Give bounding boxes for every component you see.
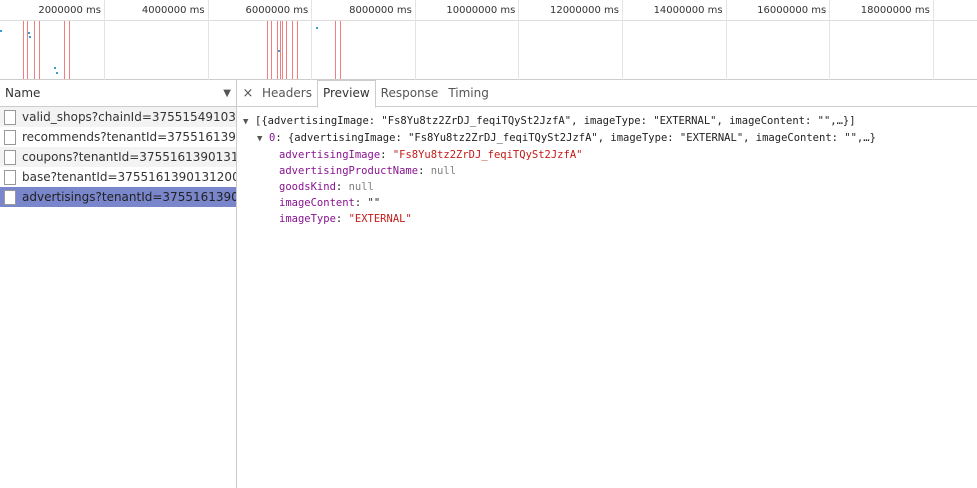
file-icon	[4, 109, 16, 125]
property-key: imageType	[279, 213, 336, 225]
file-icon	[4, 149, 16, 165]
grid-line	[104, 0, 105, 80]
json-preview: ▼ [{advertisingImage: "Fs8Yu8tz2ZrDJ_feqi…	[237, 107, 977, 227]
name-header-label: Name	[5, 86, 41, 100]
tick-label: 2000000 ms	[38, 5, 101, 16]
tick-label: 12000000 ms	[549, 5, 619, 16]
grid-line	[207, 0, 209, 80]
name-column-header[interactable]: Name ▼	[0, 80, 236, 107]
tab-response[interactable]: Response	[376, 80, 444, 107]
property-value: "Fs8Yu8tz2ZrDJ_feqiTQySt2JzfA"	[392, 149, 583, 161]
request-name: recommends?tenantId=37551613901...	[22, 130, 236, 144]
property-value: null	[430, 165, 457, 177]
request-bar	[335, 21, 341, 79]
file-icon	[4, 189, 16, 205]
tick-label: 10000000 ms	[446, 5, 516, 16]
timeline-ruler: 2000000 ms 4000000 ms 6000000 ms 8000000 ms…	[0, 0, 977, 21]
grid-line	[622, 0, 623, 80]
request-name: advertisings?tenantId=375516139013...	[22, 190, 236, 204]
tick-label: 4000000 ms	[141, 5, 205, 16]
tick-label: 18000000 ms	[860, 5, 930, 16]
request-dot	[0, 30, 2, 32]
request-bar	[64, 21, 70, 79]
request-name: base?tenantId=3755161390131200	[22, 170, 236, 184]
property-line: imageType: "EXTERNAL"	[279, 213, 412, 225]
request-list-panel: Name ▼ valid_shops?chainId=3755154910357…	[0, 80, 237, 488]
property-key: imageContent	[279, 197, 355, 209]
request-dot	[278, 50, 280, 52]
property-key: advertisingProductName	[279, 165, 419, 177]
network-overview[interactable]: 2000000 ms 4000000 ms 6000000 ms 8000000 ms…	[0, 0, 977, 80]
request-row[interactable]: valid_shops?chainId=3755154910357...	[0, 107, 236, 127]
tick-label: 14000000 ms	[653, 5, 723, 16]
close-icon[interactable]: ×	[239, 86, 257, 101]
item-node[interactable]: ▼ 0: {advertisingImage: "Fs8Yu8tz2ZrDJ_fe…	[243, 130, 977, 147]
tick-label: 16000000 ms	[757, 5, 827, 16]
property-value: ""	[367, 197, 381, 209]
grid-line	[725, 0, 727, 80]
expand-triangle-icon[interactable]: ▼	[243, 114, 255, 130]
grid-line	[518, 0, 520, 80]
sort-caret-icon[interactable]: ▼	[223, 88, 231, 99]
request-dot	[316, 27, 318, 29]
tab-headers[interactable]: Headers	[257, 80, 317, 107]
request-dot	[54, 67, 56, 69]
property-line: goodsKind: null	[279, 181, 374, 193]
grid-line	[311, 0, 313, 80]
request-row[interactable]: coupons?tenantId=3755161390131200	[0, 147, 236, 167]
tab-preview[interactable]: Preview	[316, 79, 376, 108]
property-value: "EXTERNAL"	[348, 213, 412, 225]
property-key: goodsKind	[279, 181, 336, 193]
request-row[interactable]: recommends?tenantId=37551613901...	[0, 127, 236, 147]
request-bar	[282, 21, 287, 79]
request-dot	[29, 36, 31, 38]
file-icon	[4, 129, 16, 145]
property-line: advertisingProductName: null	[279, 165, 457, 177]
detail-tabs: × Headers Preview Response Timing	[237, 79, 977, 108]
request-bar	[34, 21, 40, 79]
tick-label: 8000000 ms	[349, 5, 412, 16]
request-dot	[56, 72, 58, 74]
tick-label: 6000000 ms	[245, 5, 309, 16]
tab-timing[interactable]: Timing	[443, 80, 494, 107]
request-bar	[292, 21, 298, 79]
request-name: valid_shops?chainId=3755154910357...	[22, 110, 236, 124]
root-array-node[interactable]: ▼ [{advertisingImage: "Fs8Yu8tz2ZrDJ_feqi…	[243, 113, 977, 130]
grid-line	[932, 0, 934, 80]
grid-line	[829, 0, 831, 80]
expand-triangle-icon[interactable]: ▼	[257, 131, 269, 147]
request-detail-panel: × Headers Preview Response Timing ▼ [{adv…	[237, 79, 977, 488]
request-dot	[28, 32, 30, 34]
file-icon	[4, 169, 16, 185]
request-bar	[23, 21, 28, 79]
grid-line	[414, 0, 416, 80]
request-row[interactable]: advertisings?tenantId=375516139013...	[0, 187, 236, 207]
property-value: null	[348, 181, 374, 193]
property-key: advertisingImage	[279, 149, 381, 161]
request-bar	[267, 21, 272, 79]
request-name: coupons?tenantId=3755161390131200	[22, 150, 236, 164]
property-line: imageContent: ""	[279, 197, 381, 209]
request-row[interactable]: base?tenantId=3755161390131200	[0, 167, 236, 187]
property-line: advertisingImage: "Fs8Yu8tz2ZrDJ_feqiTQy…	[279, 149, 583, 161]
